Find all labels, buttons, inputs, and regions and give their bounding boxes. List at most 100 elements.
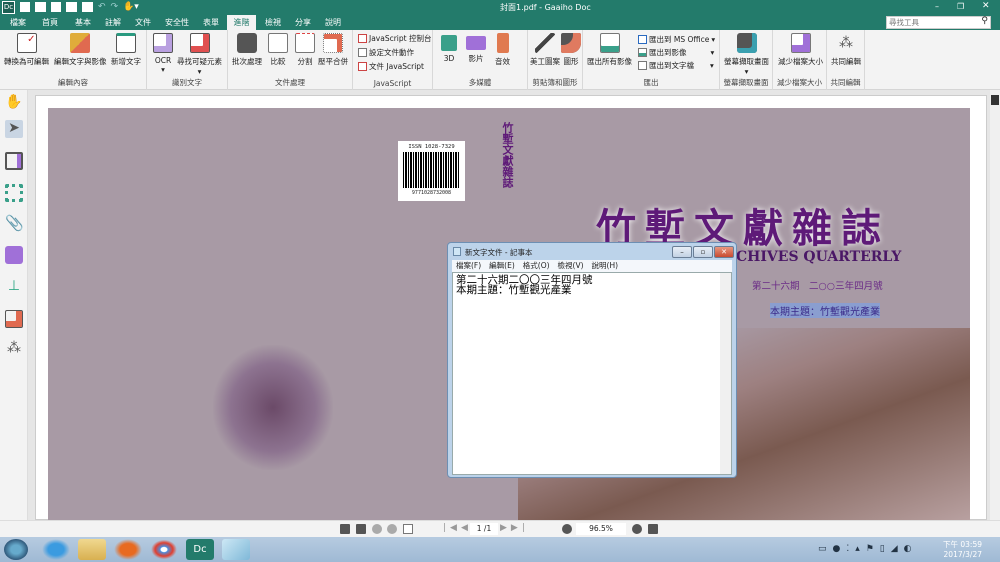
bookmark-icon[interactable] [5, 152, 23, 170]
3d-button[interactable]: 3D [441, 33, 457, 63]
search-tools[interactable]: ⚲ [886, 16, 991, 29]
next-last-page-buttons[interactable]: ▶▶| [500, 523, 529, 533]
js-console-button[interactable]: JavaScript 控制台 [358, 33, 431, 44]
tab-security[interactable]: 安全性 [160, 15, 194, 30]
scroll-arrow-icon[interactable] [991, 95, 999, 105]
tab-file[interactable]: 檔案 [5, 15, 31, 30]
select-arrow-icon[interactable]: ➤ [5, 120, 23, 138]
system-tray-icons[interactable]: ▭●⁚▴⚑▯◢◐ [818, 544, 918, 554]
group-label: 共同編輯 [830, 78, 861, 87]
notepad-title: 新文字文件 - 記事本 [465, 248, 533, 257]
co-edit-icon[interactable]: ⁂ [5, 340, 23, 358]
tab-help[interactable]: 說明 [320, 15, 346, 30]
convert-editable-button[interactable]: ✓ 轉換為可編輯 [4, 33, 49, 67]
zoom-field[interactable]: 96.5% [576, 523, 626, 535]
flatten-button[interactable]: 壓平合併 [318, 33, 348, 67]
group-label: 減少檔案大小 [777, 78, 822, 87]
tab-comment[interactable]: 註解 [100, 15, 126, 30]
notepad-close-button[interactable]: ✕ [714, 246, 734, 258]
hand-tool-icon[interactable]: ✋ [5, 94, 23, 112]
menu-help[interactable]: 說明(H) [592, 260, 619, 272]
export-ms-office-button[interactable]: 匯出到 MS Office ▾ [638, 34, 715, 45]
tab-document[interactable]: 文件 [130, 15, 156, 30]
notepad-maximize-button[interactable]: ▫ [693, 246, 713, 258]
vertical-scrollbar[interactable] [990, 90, 1000, 520]
fit-width-icon[interactable] [356, 524, 366, 534]
forward-icon[interactable] [387, 524, 397, 534]
compare-button[interactable]: 比較 [268, 33, 288, 67]
undo-icon[interactable]: ↶ [98, 2, 106, 12]
tab-view[interactable]: 檢視 [260, 15, 286, 30]
group-ocr: OCR ▾ 尋找可疑元素 ▾ 識別文字 [147, 30, 228, 90]
clip-art-button[interactable]: 美工圖案 [530, 33, 560, 67]
restore-button[interactable]: ❐ [957, 2, 964, 11]
sound-button[interactable]: 音效 [495, 33, 510, 67]
split-button[interactable]: 分割 [295, 33, 315, 67]
full-screen-icon[interactable] [648, 524, 658, 534]
ie-icon[interactable] [42, 539, 70, 560]
media-player-icon[interactable] [114, 539, 142, 560]
email-icon[interactable] [66, 2, 77, 12]
notepad-taskbar-icon[interactable] [222, 539, 250, 560]
ocr-button[interactable]: OCR ▾ [153, 33, 173, 74]
menu-file[interactable]: 檔案(F) [456, 260, 481, 272]
chrome-icon[interactable] [150, 539, 178, 560]
open-icon[interactable] [35, 2, 46, 12]
save-icon[interactable] [51, 2, 61, 12]
group-label: 編輯內容 [58, 78, 88, 87]
menu-view[interactable]: 檢視(V) [558, 260, 584, 272]
fields-icon[interactable] [5, 310, 23, 328]
search-icon[interactable]: ⚲ [981, 16, 988, 26]
fit-page-icon[interactable] [340, 524, 350, 534]
thumbnails-icon[interactable] [5, 184, 23, 202]
notepad-scrollbar[interactable] [720, 273, 731, 474]
tab-forms[interactable]: 表單 [198, 15, 224, 30]
group-reduce-size: 減少檔案大小 減少檔案大小 [773, 30, 827, 90]
minimize-button[interactable]: – [935, 2, 939, 11]
menu-edit[interactable]: 編輯(E) [489, 260, 515, 272]
notepad-text-area[interactable]: 第二十六期二〇〇三年四月號 本期主題：竹塹觀光產業 [452, 272, 732, 475]
export-all-images-button[interactable]: 匯出所有影像 [587, 33, 632, 67]
print-icon[interactable] [82, 2, 93, 12]
first-prev-page-buttons[interactable]: |◀◀ [443, 523, 472, 533]
explorer-icon[interactable] [78, 539, 106, 560]
start-button[interactable] [4, 539, 28, 560]
reduce-size-button[interactable]: 減少檔案大小 [778, 33, 823, 67]
close-button[interactable]: ✕ [982, 1, 990, 11]
export-image-button[interactable]: 匯出到影像 ▾ [638, 47, 714, 58]
quick-access-toolbar: ↶ ↷ ✋▾ [20, 2, 139, 12]
stamp-icon[interactable]: ⊥ [5, 278, 23, 296]
screenshot-button[interactable]: 螢幕擷取畫面 ▾ [724, 33, 769, 76]
add-text-button[interactable]: 新增文字 [111, 33, 141, 67]
cover-theme: 本期主題：竹塹觀光產業 [770, 303, 880, 318]
export-text-button[interactable]: 匯出到文字檔 ▾ [638, 60, 714, 71]
attachment-icon[interactable]: 📎 [5, 214, 24, 232]
new-icon[interactable] [20, 2, 30, 12]
comments-icon[interactable] [5, 246, 23, 264]
menu-format[interactable]: 格式(O) [523, 260, 550, 272]
tab-advanced[interactable]: 進階 [227, 15, 256, 30]
tab-basic[interactable]: 基本 [70, 15, 96, 30]
zoom-in-icon[interactable] [632, 524, 642, 534]
notepad-minimize-button[interactable]: – [672, 246, 692, 258]
group-label: JavaScript [373, 79, 412, 88]
tab-home[interactable]: 首頁 [37, 15, 63, 30]
page-layout-icon[interactable] [403, 524, 413, 534]
page-number-field[interactable]: 1 /1 [470, 523, 498, 535]
back-icon[interactable] [372, 524, 382, 534]
document-javascript-button[interactable]: 文件 JavaScript [358, 61, 424, 72]
zoom-out-icon[interactable] [562, 524, 572, 534]
tab-share[interactable]: 分享 [290, 15, 316, 30]
co-edit-button[interactable]: ⁂ 共同編輯 [831, 33, 861, 67]
find-suspects-button[interactable]: 尋找可疑元素 ▾ [177, 33, 222, 76]
batch-process-button[interactable]: 批次處理 [232, 33, 262, 67]
gaaiho-taskbar-icon[interactable]: Dc [186, 539, 214, 560]
video-button[interactable]: 影片 [466, 33, 486, 64]
hand-tool-icon[interactable]: ✋▾ [123, 2, 139, 12]
document-actions-button[interactable]: 設定文件動作 [358, 47, 414, 58]
search-input[interactable] [887, 17, 975, 28]
redo-icon[interactable]: ↷ [111, 2, 119, 12]
shapes-button[interactable]: 圖形 [561, 33, 581, 67]
clock[interactable]: 下午 03:59 2017/3/27 [943, 540, 982, 560]
edit-text-image-button[interactable]: 編輯文字與影像 [54, 33, 107, 67]
